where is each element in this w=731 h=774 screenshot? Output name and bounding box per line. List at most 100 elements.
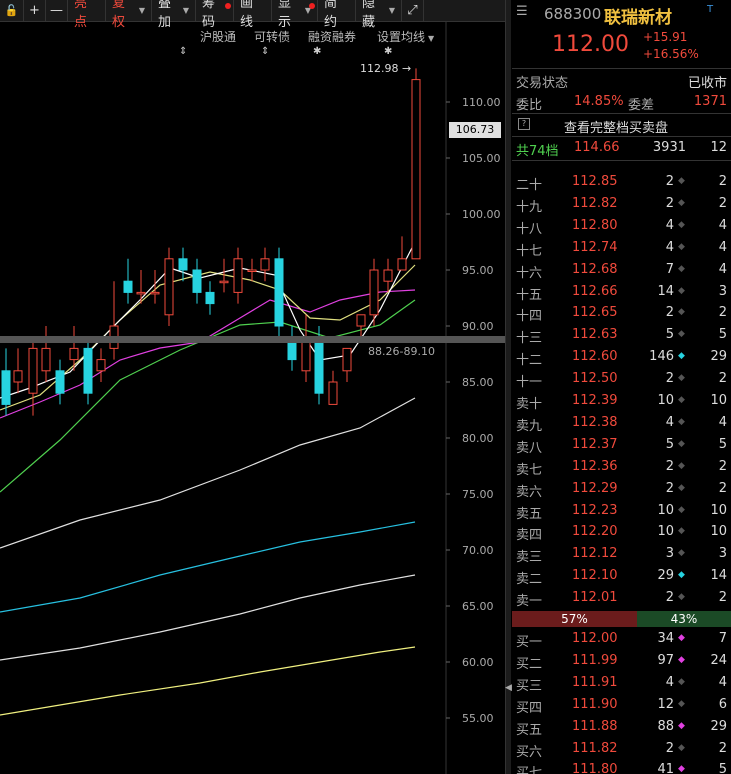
order-book-row[interactable]: 卖九 112.38 4 ◆ 4	[512, 412, 731, 434]
level-count: 4	[718, 414, 727, 430]
level-volume: 29	[657, 568, 674, 584]
price-change-pct: +16.56%	[643, 47, 699, 61]
collapse-arrow-icon[interactable]: ◀	[505, 676, 512, 700]
order-book-row[interactable]: 十八 112.80 4 ◆ 4	[512, 215, 731, 237]
level-volume: 2	[665, 458, 674, 474]
fullscreen-icon: ⤢	[407, 3, 418, 18]
level-price: 112.66	[572, 283, 618, 299]
level-price: 112.00	[572, 631, 618, 646]
toolbar-button[interactable]: 筹码	[196, 0, 234, 30]
trade-status-value: 已收市	[687, 76, 727, 91]
order-book-row[interactable]: 卖十 112.39 10 ◆ 10	[512, 390, 731, 412]
plus-button[interactable]: +	[24, 0, 46, 22]
ma-line	[0, 289, 416, 419]
level-volume: 3	[665, 546, 674, 562]
last-price: 112.00	[552, 32, 629, 57]
order-book-row[interactable]: 卖三 112.12 3 ◆ 3	[512, 543, 731, 565]
order-book-row[interactable]: 十二 112.60 146 ◆ 29	[512, 346, 731, 368]
level-label: 买六	[516, 744, 543, 760]
panel-splitter[interactable]	[505, 0, 511, 774]
expand-icon: ?	[518, 118, 530, 130]
diamond-icon: ◆	[678, 285, 685, 296]
level-count: 3	[718, 546, 727, 562]
toolbar-button[interactable]: 叠加 ▼	[152, 0, 196, 30]
level-price: 112.36	[572, 458, 618, 474]
high-price-value: 112.98	[360, 62, 399, 75]
order-book-row[interactable]: 买四 111.90 12 ◆ 6	[512, 694, 731, 716]
candle-body	[28, 347, 38, 394]
toolbar-button[interactable]: 显示 ▼	[272, 0, 318, 30]
fullscreen-button[interactable]: ⤢	[402, 0, 424, 22]
order-book-row[interactable]: 十四 112.65 2 ◆ 2	[512, 302, 731, 324]
order-book-row[interactable]: 卖六 112.29 2 ◆ 2	[512, 478, 731, 500]
ma-line	[0, 646, 416, 716]
bid-ask-ratio-bar: 57% 43%	[512, 611, 731, 627]
level-price: 112.74	[572, 239, 618, 255]
level-volume: 4	[665, 217, 674, 233]
total-levels-row: 共74档 114.66 3931 12	[512, 137, 731, 159]
toolbar-button[interactable]: 复权 ▼	[106, 0, 152, 30]
level-count: 7	[718, 631, 727, 646]
ma-line	[0, 521, 416, 613]
order-book-row[interactable]: 十六 112.68 7 ◆ 4	[512, 259, 731, 281]
chart-toolbar: 🔓 + — 亮点 复权 ▼ 叠加 ▼ 筹码 画线 显示 ▼ 简约 隐藏 ▼ ⤢	[0, 0, 505, 30]
order-book-row[interactable]: 买五 111.88 88 ◆ 29	[512, 716, 731, 738]
order-book-row[interactable]: 卖四 112.20 10 ◆ 10	[512, 521, 731, 543]
order-book-row[interactable]: 卖七 112.36 2 ◆ 2	[512, 456, 731, 478]
full-book-button[interactable]: ? 查看完整档买卖盘	[512, 114, 731, 136]
order-book-row[interactable]: 买二 111.99 97 ◆ 24	[512, 650, 731, 672]
order-book-row[interactable]: 十三 112.63 5 ◆ 5	[512, 324, 731, 346]
order-book-row[interactable]: 卖二 112.10 29 ◆ 14	[512, 565, 731, 587]
order-book-row[interactable]: 买六 111.82 2 ◆ 2	[512, 738, 731, 760]
trade-status-label: 交易状态	[516, 76, 569, 91]
order-book-row[interactable]: 二十 112.85 2 ◆ 2	[512, 171, 731, 193]
toolbar-button[interactable]: 隐藏 ▼	[356, 0, 402, 30]
level-count: 2	[718, 458, 727, 474]
level-volume: 34	[657, 631, 674, 646]
order-book-row[interactable]: 买一 112.00 34 ◆ 7	[512, 628, 731, 650]
level-count: 4	[718, 217, 727, 233]
level-count: 4	[718, 239, 727, 255]
order-book-row[interactable]: 卖八 112.37 5 ◆ 5	[512, 434, 731, 456]
candle-body	[96, 359, 106, 372]
diamond-icon: ◆	[678, 307, 685, 318]
order-book-row[interactable]: 买三 111.91 4 ◆ 4	[512, 672, 731, 694]
toolbar-button[interactable]: 画线	[234, 0, 272, 30]
ask-ratio: 43%	[636, 611, 731, 627]
diamond-icon: ◆	[678, 482, 685, 493]
level-volume: 4	[665, 414, 674, 430]
level-label: 十九	[516, 199, 543, 215]
ma-line	[0, 574, 416, 661]
big-order-diamond-icon: ◆	[678, 720, 685, 731]
toolbar-button[interactable]: 亮点	[68, 0, 106, 30]
wc-value: 1371	[693, 94, 727, 109]
lock-button[interactable]: 🔓	[0, 0, 24, 22]
order-book-row[interactable]: 买七 111.80 41 ◆ 5	[512, 759, 731, 774]
level-volume: 2	[665, 480, 674, 496]
level-volume: 4	[665, 674, 674, 690]
menu-icon[interactable]: ☰	[516, 4, 528, 19]
order-book-row[interactable]: 十一 112.50 2 ◆ 2	[512, 368, 731, 390]
order-book-row[interactable]: 卖一 112.01 2 ◆ 2	[512, 587, 731, 609]
high-price-label: 112.98 →	[360, 62, 412, 75]
level-volume: 97	[657, 652, 674, 668]
order-book-row[interactable]: 十九 112.82 2 ◆ 2	[512, 193, 731, 215]
toolbar-button[interactable]: 简约	[318, 0, 356, 30]
order-book-row[interactable]: 十五 112.66 14 ◆ 3	[512, 281, 731, 303]
level-label: 十八	[516, 221, 543, 237]
kline-chart[interactable]: 110.00 105.00 100.00 95.00 90.00 85.00 80.00 75…	[0, 22, 505, 774]
minus-button[interactable]: —	[46, 0, 68, 22]
diamond-icon: ◆	[678, 592, 685, 603]
current-price-tag: 106.73	[449, 122, 501, 138]
full-book-label: 查看完整档买卖盘	[564, 121, 669, 136]
level-label: 十六	[516, 265, 543, 281]
y-tick-label: 85.00	[462, 376, 494, 389]
level-label: 买五	[516, 722, 543, 738]
diamond-icon: ◆	[678, 548, 685, 559]
level-price: 112.38	[572, 414, 618, 430]
order-book-row[interactable]: 十七 112.74 4 ◆ 4	[512, 237, 731, 259]
level-count: 3	[718, 283, 727, 299]
order-book-row[interactable]: 卖五 112.23 10 ◆ 10	[512, 500, 731, 522]
level-count: 14	[710, 568, 727, 584]
chevron-down-icon: ▼	[182, 6, 189, 15]
